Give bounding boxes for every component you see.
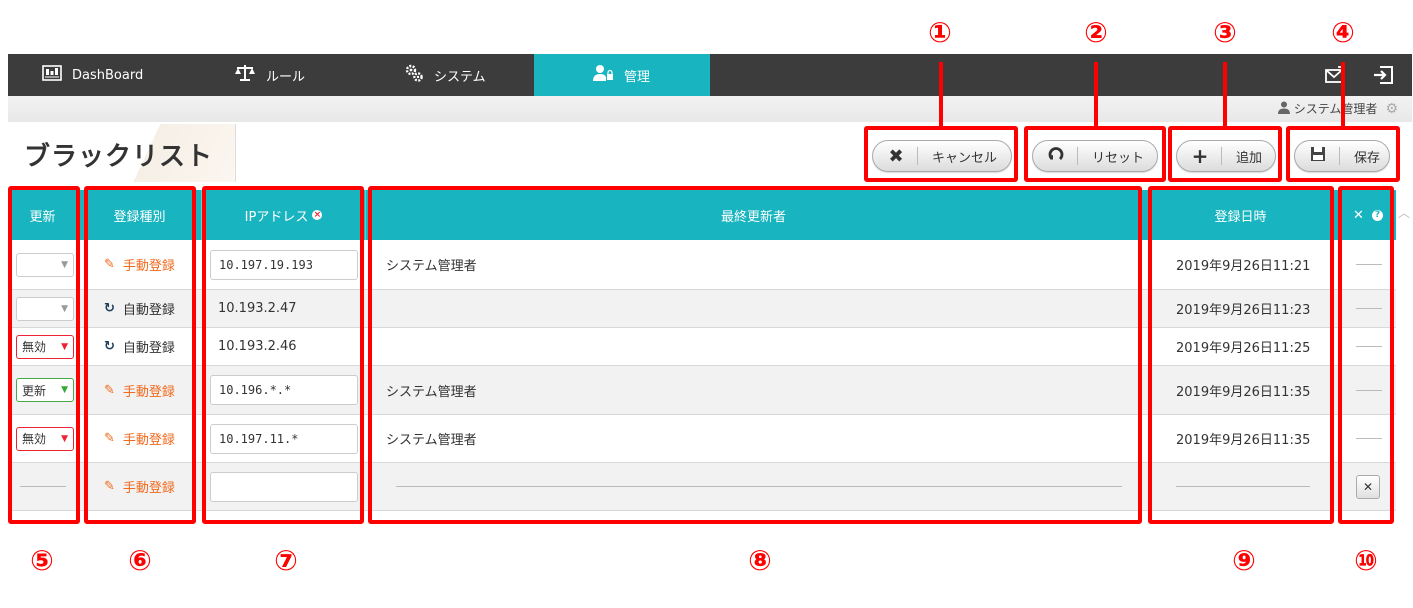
nav-item-dashboard[interactable]: DashBoard <box>42 54 202 96</box>
annotation-label-4: ④ <box>1331 16 1355 49</box>
user-bar: システム管理者 ⚙ <box>8 96 1412 122</box>
annotation-box-9 <box>1148 186 1334 524</box>
title-area: ブラックリスト <box>8 124 236 182</box>
gears-icon <box>404 64 424 86</box>
annotation-label-2: ② <box>1084 16 1108 49</box>
annotation-label-3: ③ <box>1213 16 1237 49</box>
annotation-label-10: ⑩ <box>1354 544 1378 577</box>
user-icon <box>1277 101 1290 117</box>
page-title: ブラックリスト <box>24 142 214 172</box>
annotation-label-1: ① <box>928 16 952 49</box>
annotation-box-7 <box>202 186 364 524</box>
annotation-box-4 <box>1286 126 1400 182</box>
annotation-line-4 <box>1341 62 1345 126</box>
user-menu[interactable]: システム管理者 ⚙ <box>1277 100 1398 117</box>
logout-icon[interactable] <box>1370 62 1396 88</box>
annotation-box-10 <box>1338 186 1394 524</box>
annotation-line-3 <box>1223 62 1227 126</box>
top-nav: DashBoard ルール システム 管理 <box>8 54 1412 96</box>
nav-label-rules: ルール <box>266 69 306 85</box>
admin-user-icon <box>592 64 614 86</box>
annotation-box-6 <box>84 186 196 524</box>
annotation-label-8: ⑧ <box>748 544 772 577</box>
nav-label-dashboard: DashBoard <box>72 67 144 83</box>
dashboard-icon <box>42 65 62 85</box>
settings-gear-icon[interactable]: ⚙ <box>1385 101 1398 117</box>
annotation-line-2 <box>1094 62 1098 126</box>
annotation-box-8 <box>368 186 1142 524</box>
nav-item-rules[interactable]: ルール <box>234 54 374 96</box>
nav-item-admin[interactable]: 管理 <box>534 54 710 96</box>
annotation-box-2 <box>1024 126 1166 182</box>
nav-label-system: システム <box>434 69 486 85</box>
annotation-label-7: ⑦ <box>274 544 298 577</box>
annotation-box-3 <box>1168 126 1282 182</box>
annotation-label-5: ⑤ <box>30 544 54 577</box>
annotation-label-9: ⑨ <box>1232 544 1256 577</box>
scroll-up-arrow[interactable]: ︿ <box>1397 204 1411 220</box>
nav-label-admin: 管理 <box>624 69 651 85</box>
annotation-box-1 <box>864 126 1018 182</box>
user-name: システム管理者 <box>1293 102 1378 116</box>
annotation-line-1 <box>939 62 943 126</box>
scale-icon <box>234 64 256 86</box>
annotation-box-5 <box>8 186 80 524</box>
nav-item-system[interactable]: システム <box>404 54 554 96</box>
annotation-label-6: ⑥ <box>128 544 152 577</box>
